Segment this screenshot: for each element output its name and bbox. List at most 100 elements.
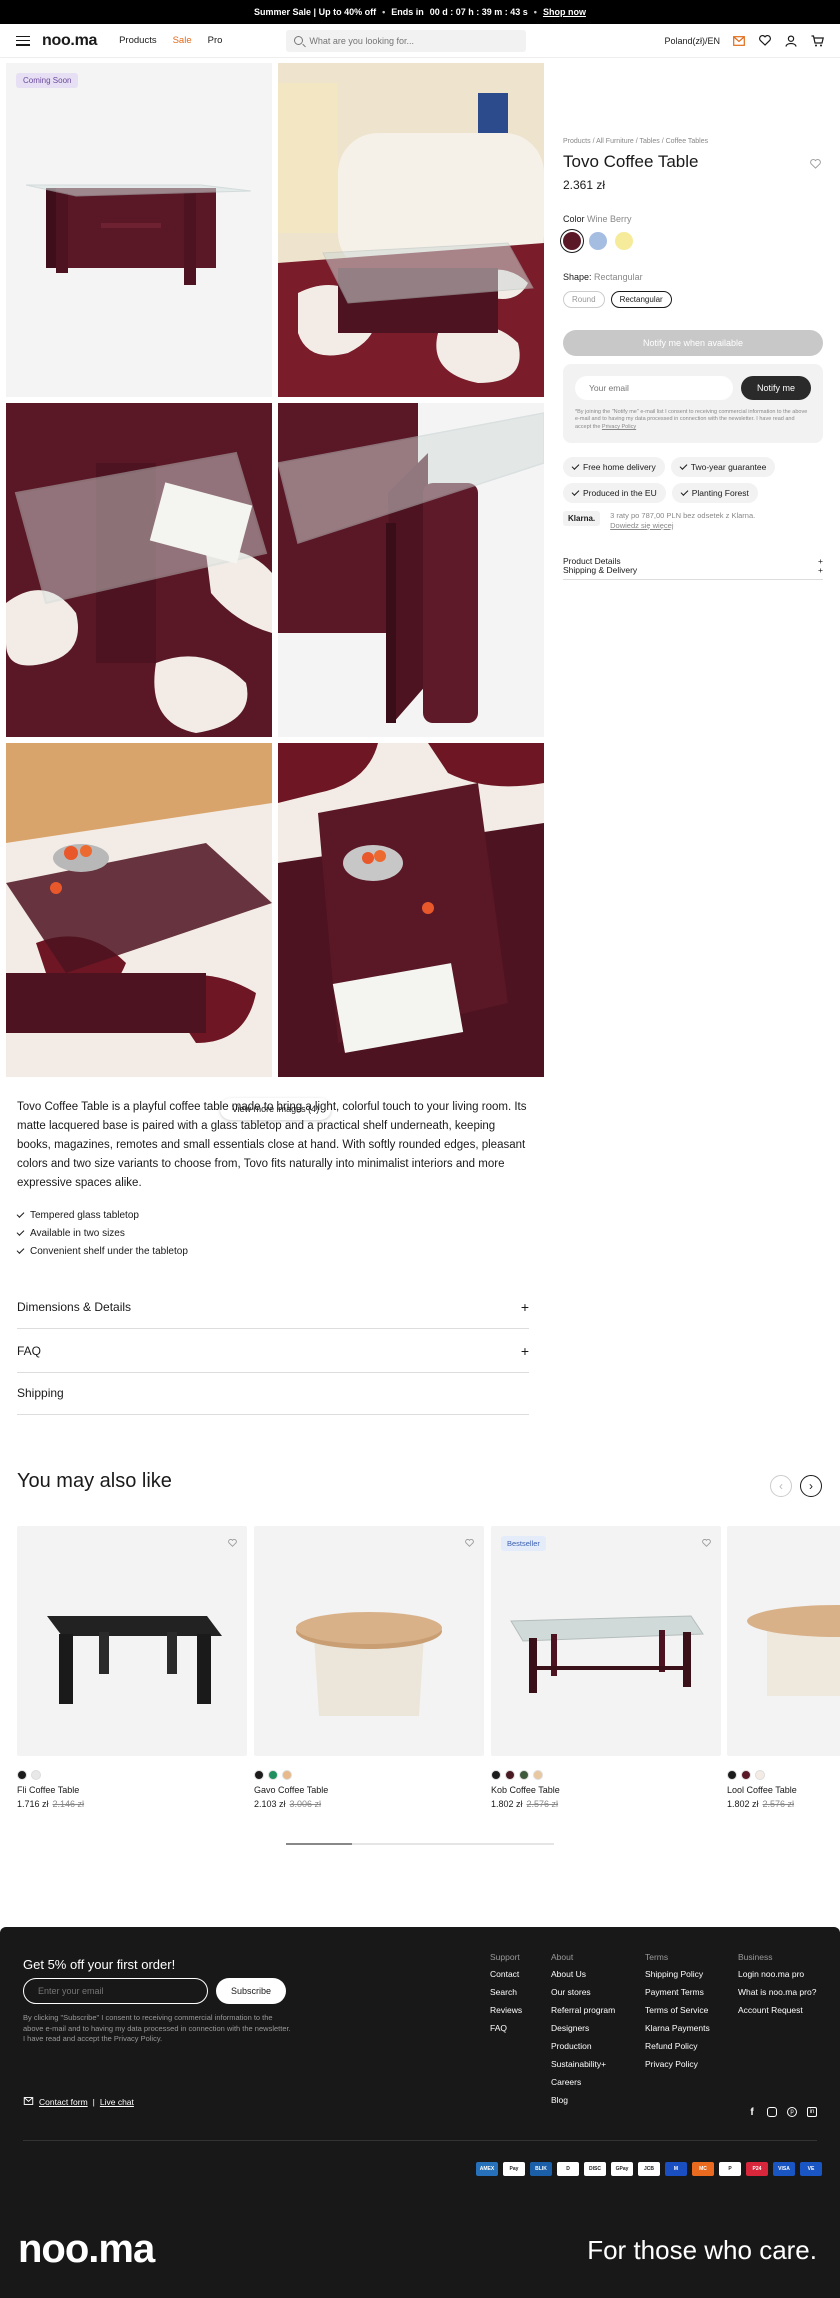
product-card-image[interactable]	[727, 1526, 840, 1756]
pinterest-icon[interactable]: p	[787, 2107, 797, 2117]
footer-link[interactable]: Blog	[551, 2095, 615, 2105]
menu-icon[interactable]	[16, 35, 30, 46]
product-card-image[interactable]: Bestseller	[491, 1526, 721, 1756]
search-input[interactable]	[309, 35, 510, 46]
bullet-label: Available in two sizes	[30, 1227, 125, 1239]
heart-icon[interactable]	[702, 1536, 711, 1550]
footer-link[interactable]: Search	[490, 1987, 522, 1997]
color-dot[interactable]	[533, 1770, 543, 1780]
color-label-text: Color	[563, 214, 585, 224]
footer-link[interactable]: Refund Policy	[645, 2041, 710, 2051]
product-card[interactable]: Bestseller Kob Coffee Table 1.802 zł 2.57…	[491, 1526, 721, 1809]
nav-products[interactable]: Products	[119, 35, 157, 46]
color-dot[interactable]	[519, 1770, 529, 1780]
heart-icon[interactable]	[810, 158, 821, 172]
site-logo[interactable]: noo.ma	[42, 32, 97, 50]
nav-pro[interactable]: Pro	[208, 35, 223, 46]
notify-when-available-button[interactable]: Notify me when available	[563, 330, 823, 356]
swatch-blue[interactable]	[589, 232, 607, 250]
shape-rectangular-button[interactable]: Rectangular	[610, 291, 672, 308]
nav-sale[interactable]: Sale	[173, 35, 192, 46]
footer-link[interactable]: Reviews	[490, 2005, 522, 2015]
product-card-image[interactable]	[17, 1526, 247, 1756]
footer-link[interactable]: Designers	[551, 2023, 615, 2033]
chevron-right-icon[interactable]: ›	[800, 1475, 822, 1497]
color-dot[interactable]	[755, 1770, 765, 1780]
facebook-icon[interactable]: f	[747, 2107, 757, 2118]
swatch-yellow[interactable]	[615, 232, 633, 250]
color-dot[interactable]	[254, 1770, 264, 1780]
footer-link[interactable]: Production	[551, 2041, 615, 2051]
gallery-image-3[interactable]	[6, 403, 272, 737]
notify-email-input[interactable]	[575, 376, 733, 400]
product-card-name[interactable]: Fli Coffee Table	[17, 1785, 247, 1795]
product-card[interactable]: Gavo Coffee Table 2.103 zł 3.006 zł	[254, 1526, 484, 1809]
account-icon[interactable]	[784, 34, 798, 48]
accordion-faq[interactable]: FAQ +	[17, 1329, 529, 1373]
shop-now-link[interactable]: Shop now	[543, 7, 586, 17]
color-dot[interactable]	[282, 1770, 292, 1780]
footer-link[interactable]: Sustainability+	[551, 2059, 615, 2069]
gallery-image-5[interactable]	[6, 743, 272, 1077]
locale-selector[interactable]: Poland(zł)/EN	[664, 36, 720, 46]
footer-link[interactable]: Payment Terms	[645, 1987, 710, 1997]
carousel-scrollbar[interactable]	[286, 1843, 554, 1845]
notify-me-button[interactable]: Notify me	[741, 376, 811, 400]
footer-link[interactable]: Contact	[490, 1969, 522, 1979]
chevron-left-icon[interactable]: ‹	[770, 1475, 792, 1497]
check-icon	[16, 1246, 25, 1254]
breadcrumb[interactable]: Products / All Furniture / Tables / Coff…	[563, 138, 823, 145]
color-dot[interactable]	[31, 1770, 41, 1780]
product-card-name[interactable]: Gavo Coffee Table	[254, 1785, 484, 1795]
contact-form-link[interactable]: Contact form	[39, 2097, 88, 2107]
klarna-learn-more-link[interactable]: Dowiedz się więcej	[610, 521, 755, 531]
accordion-dimensions[interactable]: Dimensions & Details +	[17, 1285, 529, 1329]
gallery-image-6[interactable]	[278, 743, 544, 1077]
footer-link[interactable]: FAQ	[490, 2023, 522, 2033]
feature-free-delivery: Free home delivery	[563, 457, 665, 478]
color-dot[interactable]	[491, 1770, 501, 1780]
shipping-delivery-row[interactable]: Shipping & Delivery +	[563, 565, 823, 575]
color-dot[interactable]	[268, 1770, 278, 1780]
gallery-image-2[interactable]	[278, 63, 544, 397]
product-card-name[interactable]: Lool Coffee Table	[727, 1785, 840, 1795]
footer-link[interactable]: What is noo.ma pro?	[738, 1987, 816, 1997]
product-card-image[interactable]	[254, 1526, 484, 1756]
linkedin-icon[interactable]: in	[807, 2107, 817, 2117]
footer-link[interactable]: Our stores	[551, 1987, 615, 1997]
footer-link[interactable]: Account Request	[738, 2005, 816, 2015]
product-card[interactable]: Lool Coffee Table 1.802 zł 2.576 zł	[727, 1526, 840, 1809]
cart-icon[interactable]	[810, 34, 824, 48]
footer-link[interactable]: Shipping Policy	[645, 1969, 710, 1979]
footer-link[interactable]: About Us	[551, 1969, 615, 1979]
gallery-image-4[interactable]	[278, 403, 544, 737]
footer-column-title: Business	[738, 1952, 773, 1962]
footer-link[interactable]: Terms of Service	[645, 2005, 710, 2015]
product-card[interactable]: Fli Coffee Table 1.716 zł 2.146 zł	[17, 1526, 247, 1809]
footer-link[interactable]: Referral program	[551, 2005, 615, 2015]
privacy-policy-link[interactable]: Privacy Policy	[602, 424, 636, 430]
accordion-shipping[interactable]: Shipping	[17, 1371, 529, 1415]
mail-icon[interactable]	[732, 34, 746, 48]
shape-round-button[interactable]: Round	[563, 291, 605, 308]
color-dot[interactable]	[505, 1770, 515, 1780]
gallery-image-1[interactable]: Coming Soon	[6, 63, 272, 397]
subscribe-button[interactable]: Subscribe	[216, 1978, 286, 2004]
newsletter-email-input[interactable]	[23, 1978, 208, 2004]
heart-icon[interactable]	[465, 1536, 474, 1550]
search-bar[interactable]	[286, 29, 527, 52]
footer-link[interactable]: Privacy Policy	[645, 2059, 710, 2069]
footer-link[interactable]: Klarna Payments	[645, 2023, 710, 2033]
swatch-wine-berry[interactable]	[563, 232, 581, 250]
heart-icon[interactable]	[228, 1536, 237, 1550]
heart-icon[interactable]	[758, 34, 772, 48]
color-dot[interactable]	[727, 1770, 737, 1780]
color-dot[interactable]	[741, 1770, 751, 1780]
footer-link[interactable]: Careers	[551, 2077, 615, 2087]
product-card-name[interactable]: Kob Coffee Table	[491, 1785, 721, 1795]
color-dot[interactable]	[17, 1770, 27, 1780]
footer-link[interactable]: Login noo.ma pro	[738, 1969, 816, 1979]
instagram-icon[interactable]	[767, 2107, 777, 2117]
live-chat-link[interactable]: Live chat	[100, 2097, 134, 2107]
carousel-scrollbar-thumb[interactable]	[286, 1843, 352, 1845]
